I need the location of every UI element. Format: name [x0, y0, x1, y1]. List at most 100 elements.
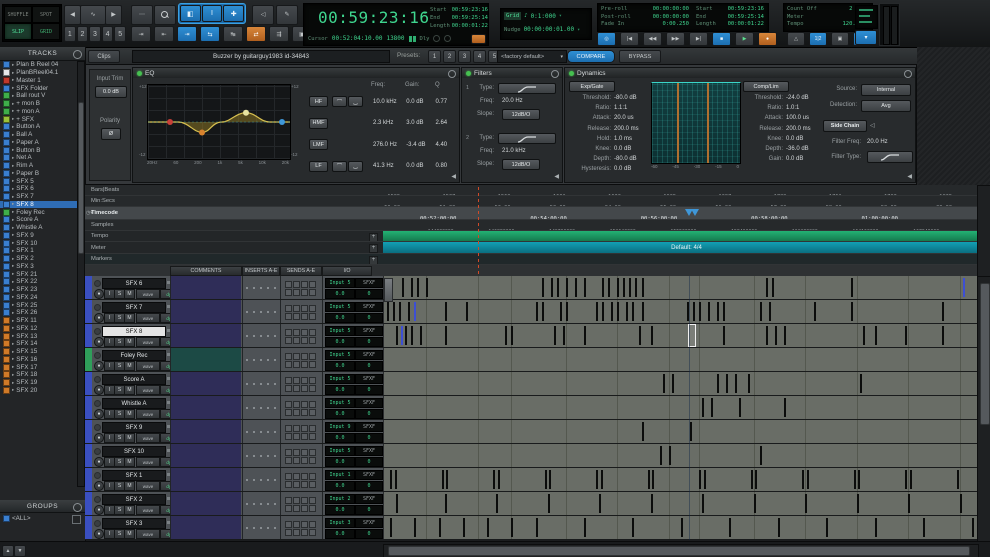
sends-cell[interactable]: [280, 324, 320, 347]
eq-power-led[interactable]: [137, 71, 142, 76]
sends-cell[interactable]: [280, 396, 320, 419]
record-enable-button[interactable]: [94, 376, 101, 383]
timecode-clock-icon[interactable]: ◷▾: [86, 210, 93, 216]
mode-grid-button[interactable]: GRID: [32, 23, 60, 40]
mute-button[interactable]: M: [124, 457, 135, 467]
comments-cell[interactable]: [170, 492, 241, 515]
side-chain-button[interactable]: Side Chain: [823, 120, 867, 132]
track-edit-lane[interactable]: [383, 276, 990, 299]
markers-ruler[interactable]: Markers +: [85, 254, 990, 265]
inserts-cell[interactable]: [242, 276, 279, 299]
inserts-cell[interactable]: [242, 492, 279, 515]
filters-header[interactable]: Filters: [462, 68, 562, 78]
vertical-scrollbar-thumb[interactable]: [980, 283, 990, 425]
eq-target-icon[interactable]: [448, 70, 456, 78]
pan-indicator[interactable]: 0: [355, 289, 383, 299]
vertical-scrollbar[interactable]: [977, 276, 990, 543]
edit-tool-button[interactable]: I: [202, 5, 223, 22]
track-list-item[interactable]: ▸ SFX 2: [0, 255, 85, 263]
eq-band-gain[interactable]: 0.0 dB: [406, 163, 435, 169]
track-list-item[interactable]: ▸ Ball rout V: [0, 92, 85, 100]
comments-cell[interactable]: [170, 516, 241, 539]
track-list-item[interactable]: ▸ SFX Folder: [0, 84, 85, 92]
pan-indicator[interactable]: 0: [355, 529, 383, 539]
edit-option-button[interactable]: ↹: [223, 26, 243, 42]
nudge-row[interactable]: Nudge 00:00:00:01.00 ▾: [504, 26, 580, 33]
transport-button[interactable]: ▶: [735, 32, 754, 46]
volume-indicator[interactable]: 0.0: [325, 361, 355, 371]
pan-indicator[interactable]: 0: [355, 337, 383, 347]
eq-shelf-toggle[interactable]: ⌒: [332, 161, 347, 172]
comp-threshold-line[interactable]: [707, 83, 709, 163]
inserts-cell[interactable]: [242, 372, 279, 395]
track-name[interactable]: SFX 9: [102, 422, 166, 433]
track-name[interactable]: SFX 10: [102, 446, 166, 457]
track-color-bar[interactable]: [85, 276, 92, 299]
mute-button[interactable]: M: [124, 409, 135, 419]
track-list-item[interactable]: ▸ + mon B: [0, 100, 85, 108]
pan-indicator[interactable]: 0: [355, 481, 383, 491]
selection-field[interactable]: Start 00:59:23:16: [430, 7, 488, 15]
comp-lim-param[interactable]: Gain: 0.0 dB: [741, 154, 821, 164]
exp-gate-param[interactable]: Attack: 20.0 us: [567, 113, 647, 123]
edit-option-button[interactable]: ⇶: [269, 26, 289, 42]
track-list-item[interactable]: ▸ Ball A: [0, 131, 85, 139]
track-playlist-button[interactable]: ●: [94, 505, 104, 515]
track-list-item[interactable]: ▸ Button B: [0, 146, 85, 154]
mode-spot-button[interactable]: SPOT: [32, 6, 60, 23]
sc-filter-freq-value[interactable]: 20.0 Hz: [867, 139, 888, 145]
track-playlist-button[interactable]: ●: [94, 385, 104, 395]
pencil-tool-button[interactable]: ✎: [276, 5, 298, 25]
track-view-selector[interactable]: wave: [136, 457, 160, 467]
edit-option-button[interactable]: ⇥: [131, 26, 151, 42]
track-color-bar[interactable]: [85, 396, 92, 419]
track-list-item[interactable]: ▸ Paper A: [0, 139, 85, 147]
eq-shelf-toggle[interactable]: ⌒: [332, 96, 347, 107]
track-color-bar[interactable]: [85, 300, 92, 323]
sc-filter-type-button[interactable]: [867, 151, 913, 163]
track-list-item[interactable]: ▸ SFX 22: [0, 278, 85, 286]
output-path-selector[interactable]: SFXF: [355, 518, 383, 528]
horizontal-scrollbar-thumb[interactable]: [388, 546, 970, 556]
eq-band-freq[interactable]: 2.3 kHz: [373, 120, 406, 126]
tracks-panel-header[interactable]: TRACKS: [0, 47, 85, 61]
filter-slope-button[interactable]: 12dB/O: [502, 159, 540, 170]
filter-type-button[interactable]: [498, 83, 556, 94]
comments-cell[interactable]: [170, 420, 241, 443]
track-list-item[interactable]: ▸ Button A: [0, 123, 85, 131]
pan-indicator[interactable]: 0: [355, 409, 383, 419]
track-list-item[interactable]: ▸ Rim A: [0, 162, 85, 170]
output-path-selector[interactable]: SFXF: [355, 302, 383, 312]
comments-cell[interactable]: [170, 444, 241, 467]
track-color-bar[interactable]: [85, 516, 92, 539]
comments-column-header[interactable]: COMMENTS: [170, 266, 242, 276]
inserts-cell[interactable]: [242, 300, 279, 323]
output-path-selector[interactable]: SFXF: [355, 326, 383, 336]
timecode-ruler[interactable]: Timecode ◷▾ 00:52:00:0000:54:00:0000:56:…: [85, 207, 990, 220]
comp-lim-button[interactable]: Comp/Lim: [743, 81, 789, 92]
record-enable-button[interactable]: [94, 448, 101, 455]
zoom-toggle-button[interactable]: ⋯: [131, 5, 153, 25]
filter-freq-value[interactable]: 20.0 Hz: [502, 98, 523, 104]
min-secs-ruler[interactable]: Min:Secs 50:0051:0052:0053:0054:0055:005…: [85, 196, 990, 207]
zoom-preset-button[interactable]: 5: [114, 26, 126, 42]
track-view-selector[interactable]: wave: [136, 385, 160, 395]
volume-indicator[interactable]: 0.0: [325, 505, 355, 515]
zoomer-tool-button[interactable]: [154, 5, 176, 25]
input-path-selector[interactable]: Input 3: [325, 518, 355, 528]
track-list-item[interactable]: ▸ SFX 13: [0, 332, 85, 340]
sends-cell[interactable]: [280, 492, 320, 515]
comp-lim-param[interactable]: Ratio: 1.0:1: [741, 103, 821, 113]
eq-bell-toggle[interactable]: ‿: [348, 96, 363, 107]
transport-selection-field[interactable]: Start 00:59:23:16: [696, 6, 764, 14]
meter-ruler[interactable]: Meter Default: 4/4 +: [85, 242, 990, 254]
track-edit-lane[interactable]: [383, 468, 990, 491]
eq-band-q[interactable]: 4.40: [435, 142, 455, 148]
track-list-item[interactable]: ▸ SFX 10: [0, 239, 85, 247]
compare-button[interactable]: COMPARE: [567, 50, 615, 63]
preset-number-button[interactable]: 4: [473, 50, 486, 63]
track-list-item[interactable]: ▸ SFX 25: [0, 301, 85, 309]
comments-cell[interactable]: [170, 396, 241, 419]
track-color-bar[interactable]: [85, 444, 92, 467]
output-path-selector[interactable]: SFXF: [355, 374, 383, 384]
